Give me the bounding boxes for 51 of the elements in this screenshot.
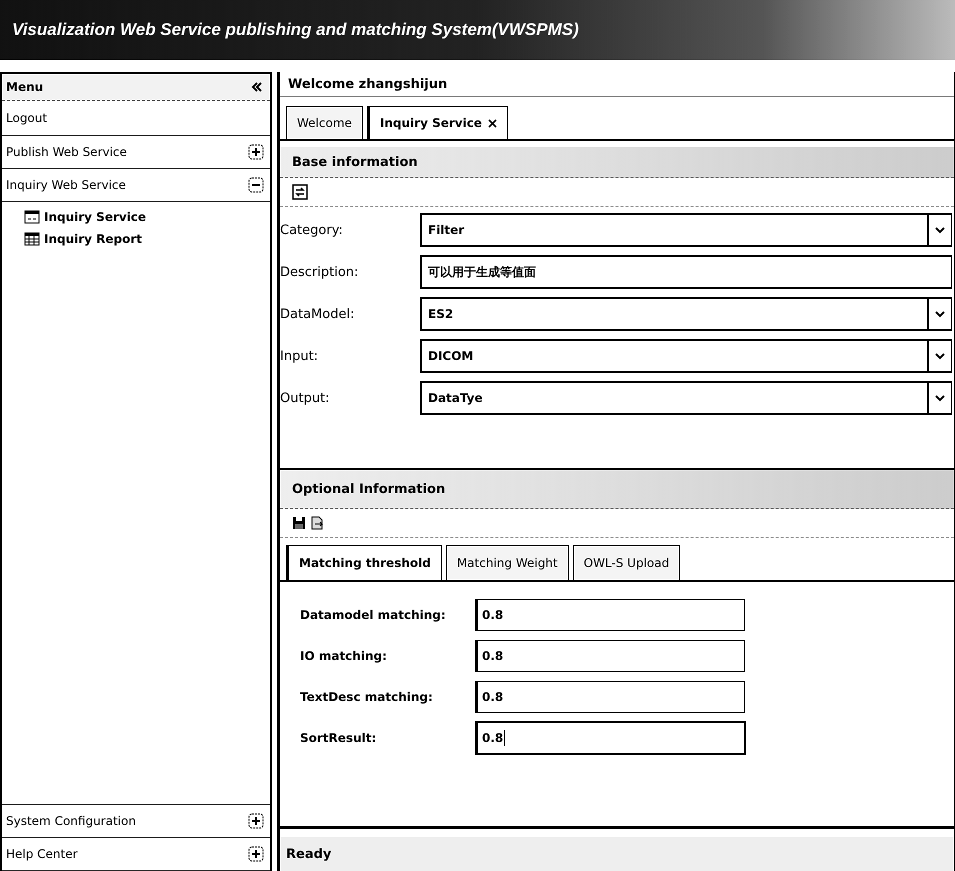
dropdown-field[interactable]: ES2	[420, 297, 952, 331]
field-label: SortResult:	[300, 731, 378, 745]
menu-section[interactable]: Help Center	[2, 838, 270, 871]
menu-title: Menu	[6, 80, 44, 94]
collapse-icon[interactable]	[250, 80, 264, 94]
app-title: Visualization Web Service publishing and matching System(VWSPMS)	[12, 20, 579, 40]
expand-icon[interactable]	[248, 813, 264, 829]
section-title: Optional Information	[292, 482, 446, 496]
collapse-icon[interactable]	[248, 177, 264, 193]
field-label: IO matching:	[300, 649, 388, 663]
document-icon[interactable]	[310, 516, 324, 530]
dropdown-field[interactable]: Filter	[420, 213, 952, 247]
field-label: TextDesc matching:	[300, 690, 434, 704]
section-title: Base information	[292, 154, 418, 170]
section-label: Inquiry Web Service	[6, 178, 126, 192]
tab[interactable]: Matching Weight	[446, 545, 569, 580]
expand-icon[interactable]	[248, 846, 264, 862]
menu-section[interactable]: Inquiry Web Service	[2, 169, 270, 202]
field-label: Category:	[280, 222, 344, 238]
form-icon	[24, 210, 40, 224]
input-field[interactable]: 0.8	[475, 681, 745, 713]
logout-link[interactable]: Logout	[2, 101, 270, 136]
tree-item[interactable]: Inquiry Report	[24, 228, 270, 250]
field-label: Input:	[280, 348, 320, 364]
input-field[interactable]: 可以用于生成等值面	[420, 255, 952, 289]
dropdown-field[interactable]: DataTye	[420, 381, 952, 415]
close-icon[interactable]	[488, 118, 497, 128]
tab[interactable]: Welcome	[286, 106, 363, 139]
welcome-text: Welcome zhangshijun	[280, 72, 954, 97]
field-label: Datamodel matching:	[300, 608, 447, 622]
tab[interactable]: OWL-S Upload	[572, 545, 680, 580]
expand-icon[interactable]	[248, 144, 264, 160]
menu-section[interactable]: Publish Web Service	[2, 136, 270, 169]
input-field[interactable]: 0.8	[475, 599, 745, 631]
menu-section[interactable]: System Configuration	[2, 805, 270, 838]
tree-item[interactable]: Inquiry Service	[24, 206, 270, 228]
dropdown-field[interactable]: DICOM	[420, 339, 952, 373]
tab[interactable]: Inquiry Service	[366, 106, 508, 139]
refresh-icon[interactable]	[292, 184, 308, 200]
tab[interactable]: Matching threshold	[286, 545, 442, 580]
input-field[interactable]: 0.8	[475, 640, 745, 672]
field-label: Description:	[280, 264, 360, 280]
section-label: Help Center	[6, 847, 78, 861]
input-field[interactable]: 0.8	[475, 721, 746, 755]
field-label: DataModel:	[280, 306, 356, 322]
field-label: Output:	[280, 390, 331, 406]
section-label: Publish Web Service	[6, 145, 127, 159]
status-text: Ready	[286, 846, 332, 862]
section-label: System Configuration	[6, 814, 136, 828]
table-icon	[24, 232, 40, 246]
save-icon[interactable]	[292, 516, 306, 530]
